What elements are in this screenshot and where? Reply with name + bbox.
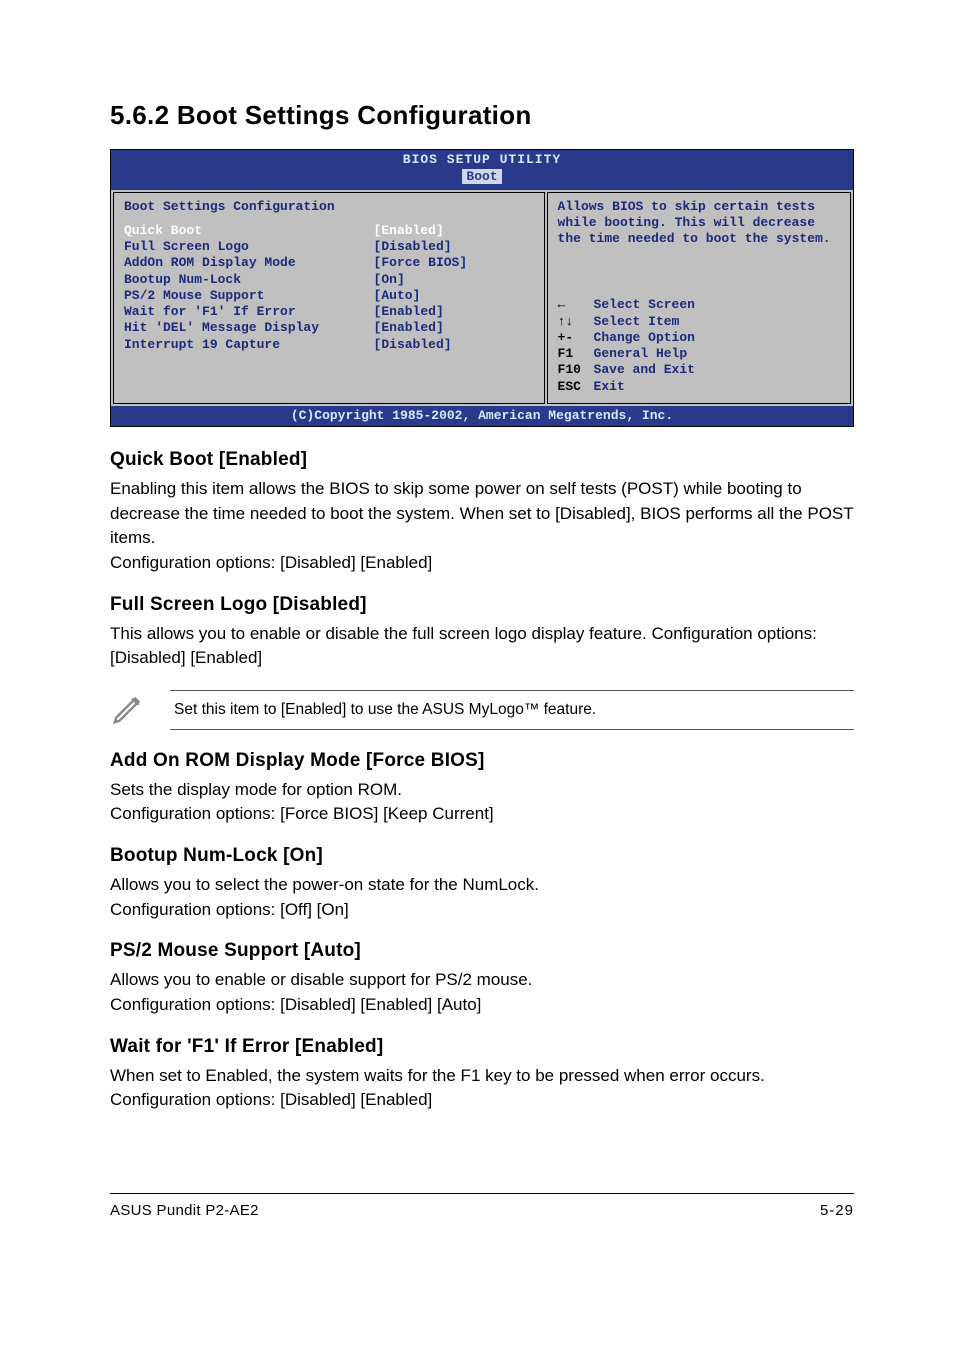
bios-row-value: [Enabled] — [374, 304, 534, 320]
bios-row-value: [Enabled] — [374, 320, 534, 336]
nav-text: General Help — [594, 346, 840, 362]
bios-nav-row: ↑↓Select Item — [558, 314, 840, 330]
note-text: Set this item to [Enabled] to use the AS… — [170, 690, 854, 730]
bios-row-label: Full Screen Logo — [124, 239, 374, 255]
bios-row-label: Quick Boot — [124, 223, 374, 239]
item-title: Full Screen Logo [Disabled] — [110, 594, 854, 616]
bios-nav-row: F1General Help — [558, 346, 840, 362]
page-footer: ASUS Pundit P2-AE2 5-29 — [110, 1193, 854, 1219]
bios-nav-block: ←Select Screen ↑↓Select Item +-Change Op… — [558, 297, 840, 395]
bios-row-value: [Auto] — [374, 288, 534, 304]
item-title: Add On ROM Display Mode [Force BIOS] — [110, 750, 854, 772]
bios-row: Hit 'DEL' Message Display [Enabled] — [124, 320, 534, 336]
bios-footer: (C)Copyright 1985-2002, American Megatre… — [111, 406, 853, 426]
bios-row: Interrupt 19 Capture [Disabled] — [124, 337, 534, 353]
nav-key: F1 — [558, 346, 594, 362]
item-body: Allows you to enable or disable support … — [110, 968, 854, 1017]
bios-row-value: [Force BIOS] — [374, 255, 534, 271]
item-wait-f1: Wait for 'F1' If Error [Enabled] When se… — [110, 1036, 854, 1113]
bios-nav-row: +-Change Option — [558, 330, 840, 346]
bios-screenshot: BIOS SETUP UTILITY Boot Boot Settings Co… — [110, 149, 854, 427]
nav-key: +- — [558, 330, 594, 346]
nav-key: ESC — [558, 379, 594, 395]
bios-row: PS/2 Mouse Support [Auto] — [124, 288, 534, 304]
nav-text: Save and Exit — [594, 362, 840, 378]
bios-row-value: [Disabled] — [374, 337, 534, 353]
bios-title: BIOS SETUP UTILITY — [111, 150, 853, 169]
bios-row-quick-boot: Quick Boot [Enabled] — [124, 223, 534, 239]
item-title: Bootup Num-Lock [On] — [110, 845, 854, 867]
footer-page-number: 5-29 — [820, 1202, 854, 1219]
bios-row: AddOn ROM Display Mode [Force BIOS] — [124, 255, 534, 271]
nav-text: Change Option — [594, 330, 840, 346]
bios-row-label: PS/2 Mouse Support — [124, 288, 374, 304]
bios-tab-bar: Boot — [111, 169, 853, 189]
bios-row-value: [Enabled] — [374, 223, 534, 239]
item-addon-rom: Add On ROM Display Mode [Force BIOS] Set… — [110, 750, 854, 827]
bios-nav-row: ←Select Screen — [558, 297, 840, 313]
section-heading: 5.6.2 Boot Settings Configuration — [110, 100, 854, 131]
bios-tab-boot: Boot — [462, 169, 501, 184]
item-numlock: Bootup Num-Lock [On] Allows you to selec… — [110, 845, 854, 922]
item-body: Enabling this item allows the BIOS to sk… — [110, 477, 854, 576]
item-body: Allows you to select the power-on state … — [110, 873, 854, 922]
bios-row-label: Wait for 'F1' If Error — [124, 304, 374, 320]
item-title: PS/2 Mouse Support [Auto] — [110, 940, 854, 962]
item-title: Wait for 'F1' If Error [Enabled] — [110, 1036, 854, 1058]
bios-nav-row: F10Save and Exit — [558, 362, 840, 378]
bios-row-label: AddOn ROM Display Mode — [124, 255, 374, 271]
pencil-icon — [110, 689, 170, 732]
footer-product: ASUS Pundit P2-AE2 — [110, 1202, 259, 1219]
bios-row: Bootup Num-Lock [On] — [124, 272, 534, 288]
bios-row-label: Bootup Num-Lock — [124, 272, 374, 288]
item-quick-boot: Quick Boot [Enabled] Enabling this item … — [110, 449, 854, 576]
nav-key: F10 — [558, 362, 594, 378]
bios-row: Wait for 'F1' If Error [Enabled] — [124, 304, 534, 320]
item-title: Quick Boot [Enabled] — [110, 449, 854, 471]
item-body: This allows you to enable or disable the… — [110, 622, 854, 671]
nav-text: Exit — [594, 379, 840, 395]
bios-right-panel: Allows BIOS to skip certain tests while … — [547, 192, 851, 404]
nav-text: Select Screen — [594, 297, 840, 313]
bios-help-text: Allows BIOS to skip certain tests while … — [558, 199, 840, 248]
bios-row-value: [Disabled] — [374, 239, 534, 255]
item-ps2: PS/2 Mouse Support [Auto] Allows you to … — [110, 940, 854, 1017]
bios-row-label: Hit 'DEL' Message Display — [124, 320, 374, 336]
item-body: Sets the display mode for option ROM.Con… — [110, 778, 854, 827]
item-body: When set to Enabled, the system waits fo… — [110, 1064, 854, 1113]
nav-key: ↑↓ — [558, 314, 594, 330]
bios-panel-heading: Boot Settings Configuration — [124, 199, 534, 215]
bios-row-value: [On] — [374, 272, 534, 288]
nav-text: Select Item — [594, 314, 840, 330]
bios-nav-row: ESCExit — [558, 379, 840, 395]
nav-key: ← — [558, 297, 594, 313]
note-row: Set this item to [Enabled] to use the AS… — [110, 689, 854, 732]
bios-row-label: Interrupt 19 Capture — [124, 337, 374, 353]
bios-row: Full Screen Logo [Disabled] — [124, 239, 534, 255]
bios-left-panel: Boot Settings Configuration Quick Boot [… — [113, 192, 545, 404]
item-full-screen-logo: Full Screen Logo [Disabled] This allows … — [110, 594, 854, 671]
